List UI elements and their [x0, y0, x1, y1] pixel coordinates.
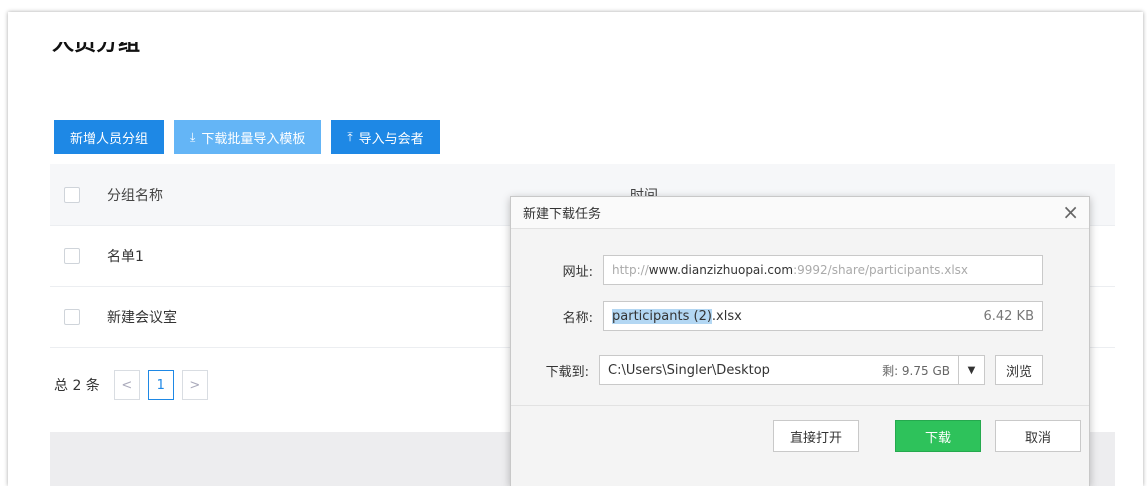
- page-1-button[interactable]: 1: [147, 370, 174, 400]
- dialog-title: 新建下载任务: [523, 207, 602, 222]
- row-checkbox[interactable]: [64, 248, 80, 264]
- import-participants-label: 导入与会者: [358, 130, 424, 146]
- row-group-name: 名单1: [107, 249, 144, 265]
- pagination-total: 总 2 条: [54, 378, 100, 394]
- add-group-label: 新增人员分组: [70, 130, 149, 146]
- import-participants-button[interactable]: ⤒ 导入与会者: [331, 120, 440, 154]
- cancel-button[interactable]: 取消: [995, 420, 1081, 452]
- prev-page-button[interactable]: <: [113, 370, 140, 400]
- download-icon: ⤓: [190, 129, 196, 144]
- path-row: 下载到: C:\Users\Singler\Desktop 剩: 9.75 GB…: [537, 355, 1044, 385]
- url-rest: :9992/share/participants.xlsx: [793, 263, 969, 277]
- path-label: 下载到:: [545, 364, 589, 380]
- row-group-name: 新建会议室: [107, 310, 177, 326]
- close-icon[interactable]: ×: [1062, 201, 1079, 223]
- name-label: 名称:: [562, 310, 593, 326]
- add-group-button[interactable]: 新增人员分组: [54, 120, 165, 154]
- chevron-down-icon[interactable]: ▼: [959, 355, 985, 385]
- row-checkbox[interactable]: [64, 309, 80, 325]
- url-row: 网址: http://www.dianzizhuopai.com:9992/sh…: [541, 255, 1043, 285]
- open-directly-button[interactable]: 直接打开: [773, 420, 859, 452]
- url-domain: www.dianzizhuopai.com: [648, 263, 794, 277]
- file-size: 6.42 KB: [983, 308, 1034, 324]
- url-field[interactable]: http://www.dianzizhuopai.com:9992/share/…: [603, 255, 1043, 285]
- filename-ext: .xlsx: [711, 308, 742, 324]
- header-group-name: 分组名称: [107, 187, 163, 204]
- dialog-header: 新建下载任务 ×: [511, 197, 1089, 229]
- filename-input[interactable]: participants (2).xlsx 6.42 KB: [603, 301, 1043, 331]
- download-button[interactable]: 下载: [895, 420, 981, 452]
- download-template-button[interactable]: ⤓ 下载批量导入模板: [174, 120, 322, 154]
- select-all-checkbox[interactable]: [64, 186, 80, 203]
- next-page-button[interactable]: >: [181, 370, 208, 400]
- page-title-text: 人员分组: [52, 42, 141, 56]
- download-dialog: 新建下载任务 × 网址: http://www.dianzizhuopai.co…: [510, 196, 1090, 486]
- name-row: 名称: participants (2).xlsx 6.42 KB: [541, 301, 1043, 331]
- toolbar: 新增人员分组 ⤓ 下载批量导入模板 ⤒ 导入与会者: [54, 120, 440, 154]
- pagination: 总 2 条 < 1 >: [54, 370, 208, 400]
- save-path-field[interactable]: C:\Users\Singler\Desktop 剩: 9.75 GB: [599, 355, 959, 385]
- url-label: 网址:: [562, 264, 593, 280]
- save-path-value: C:\Users\Singler\Desktop: [608, 362, 770, 378]
- filename-selected: participants (2): [612, 308, 712, 324]
- download-template-label: 下载批量导入模板: [201, 130, 306, 146]
- url-prefix: http://: [612, 263, 649, 277]
- browse-button[interactable]: 浏览: [995, 355, 1044, 385]
- upload-icon: ⤒: [347, 129, 353, 144]
- page-title: 人员分组: [52, 42, 140, 68]
- free-space: 剩: 9.75 GB: [882, 363, 950, 378]
- dialog-footer: 直接打开 下载 取消: [511, 405, 1089, 486]
